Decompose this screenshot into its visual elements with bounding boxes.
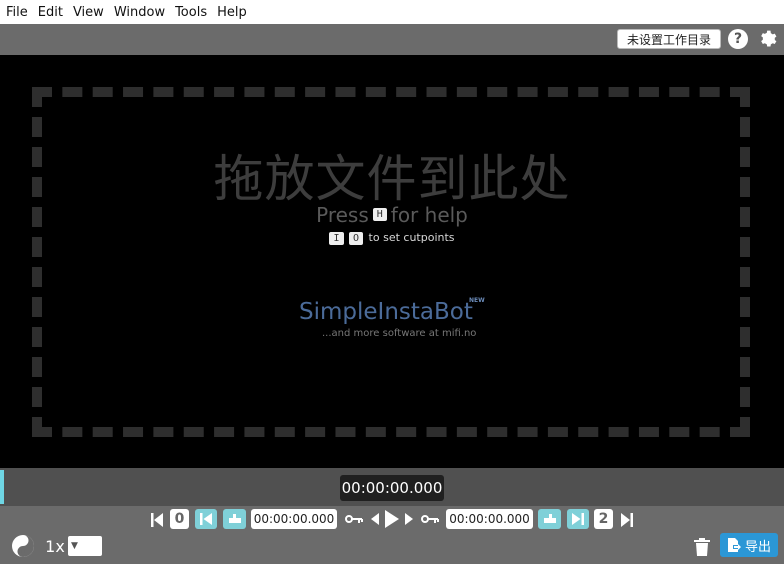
trash-icon[interactable] <box>692 536 712 558</box>
menu-view[interactable]: View <box>71 5 110 20</box>
controls-bar: 0 00:00:00.000 00:00:00.000 2 1x ▼ 导出 <box>0 506 784 564</box>
working-directory-button[interactable]: 未设置工作目录 <box>617 29 721 49</box>
cut-in-key: I <box>329 231 344 245</box>
menu-help[interactable]: Help <box>215 5 253 20</box>
current-time-display: 00:00:00.000 <box>340 475 444 501</box>
step-back-icon[interactable] <box>369 511 381 527</box>
jump-to-start-icon[interactable] <box>150 510 164 530</box>
cut-out-key: O <box>349 231 364 245</box>
drop-area[interactable]: 拖放文件到此处 Press Hfor help I O to set cutpoi… <box>0 55 784 468</box>
step-forward-icon[interactable] <box>403 511 415 527</box>
drop-title: 拖放文件到此处 <box>213 150 571 208</box>
jump-cut-start-icon[interactable] <box>195 509 217 529</box>
promo-link[interactable]: SimpleInstaBot <box>299 299 473 325</box>
chevron-down-icon: ▼ <box>71 541 78 551</box>
play-icon[interactable] <box>383 508 401 530</box>
playback-rate-dropdown[interactable]: ▼ <box>68 536 102 556</box>
help-hint: Press Hfor help <box>0 203 784 227</box>
key-start-icon[interactable] <box>344 511 364 527</box>
jump-to-end-icon[interactable] <box>620 510 634 530</box>
export-button[interactable]: 导出 <box>720 533 778 557</box>
export-label: 导出 <box>744 539 771 555</box>
help-key: H <box>372 208 387 221</box>
segment-start-badge[interactable]: 0 <box>170 509 189 529</box>
menu-edit[interactable]: Edit <box>36 5 69 20</box>
segment-end-badge[interactable]: 2 <box>594 509 613 529</box>
timeline[interactable]: 00:00:00.000 <box>0 468 784 506</box>
playback-rate-label: 1x <box>45 536 65 556</box>
yin-yang-icon[interactable] <box>10 533 36 559</box>
cutpoint-hint: I O to set cutpoints <box>0 231 784 245</box>
help-hint-prefix: Press <box>316 203 369 227</box>
menu-tools[interactable]: Tools <box>173 5 213 20</box>
help-icon[interactable]: ? <box>728 29 748 49</box>
set-cut-start-icon[interactable] <box>223 509 246 529</box>
menu-file[interactable]: File <box>4 5 34 20</box>
gear-icon[interactable] <box>756 28 778 50</box>
promo-new-badge: NEW <box>469 297 485 304</box>
start-time-input[interactable]: 00:00:00.000 <box>251 509 337 529</box>
cutpoint-hint-text: to set cutpoints <box>368 231 455 244</box>
key-end-icon[interactable] <box>420 511 440 527</box>
playhead[interactable] <box>0 470 4 504</box>
export-icon <box>727 538 741 552</box>
menu-bar: File Edit View Window Tools Help <box>0 0 784 24</box>
set-cut-end-icon[interactable] <box>538 509 561 529</box>
end-time-input[interactable]: 00:00:00.000 <box>446 509 533 529</box>
promo-subtitle: ...and more software at mifi.no <box>322 328 477 339</box>
help-hint-suffix: for help <box>390 203 468 227</box>
top-toolbar: 未设置工作目录 ? <box>0 24 784 55</box>
menu-window[interactable]: Window <box>112 5 171 20</box>
jump-cut-end-icon[interactable] <box>567 509 589 529</box>
